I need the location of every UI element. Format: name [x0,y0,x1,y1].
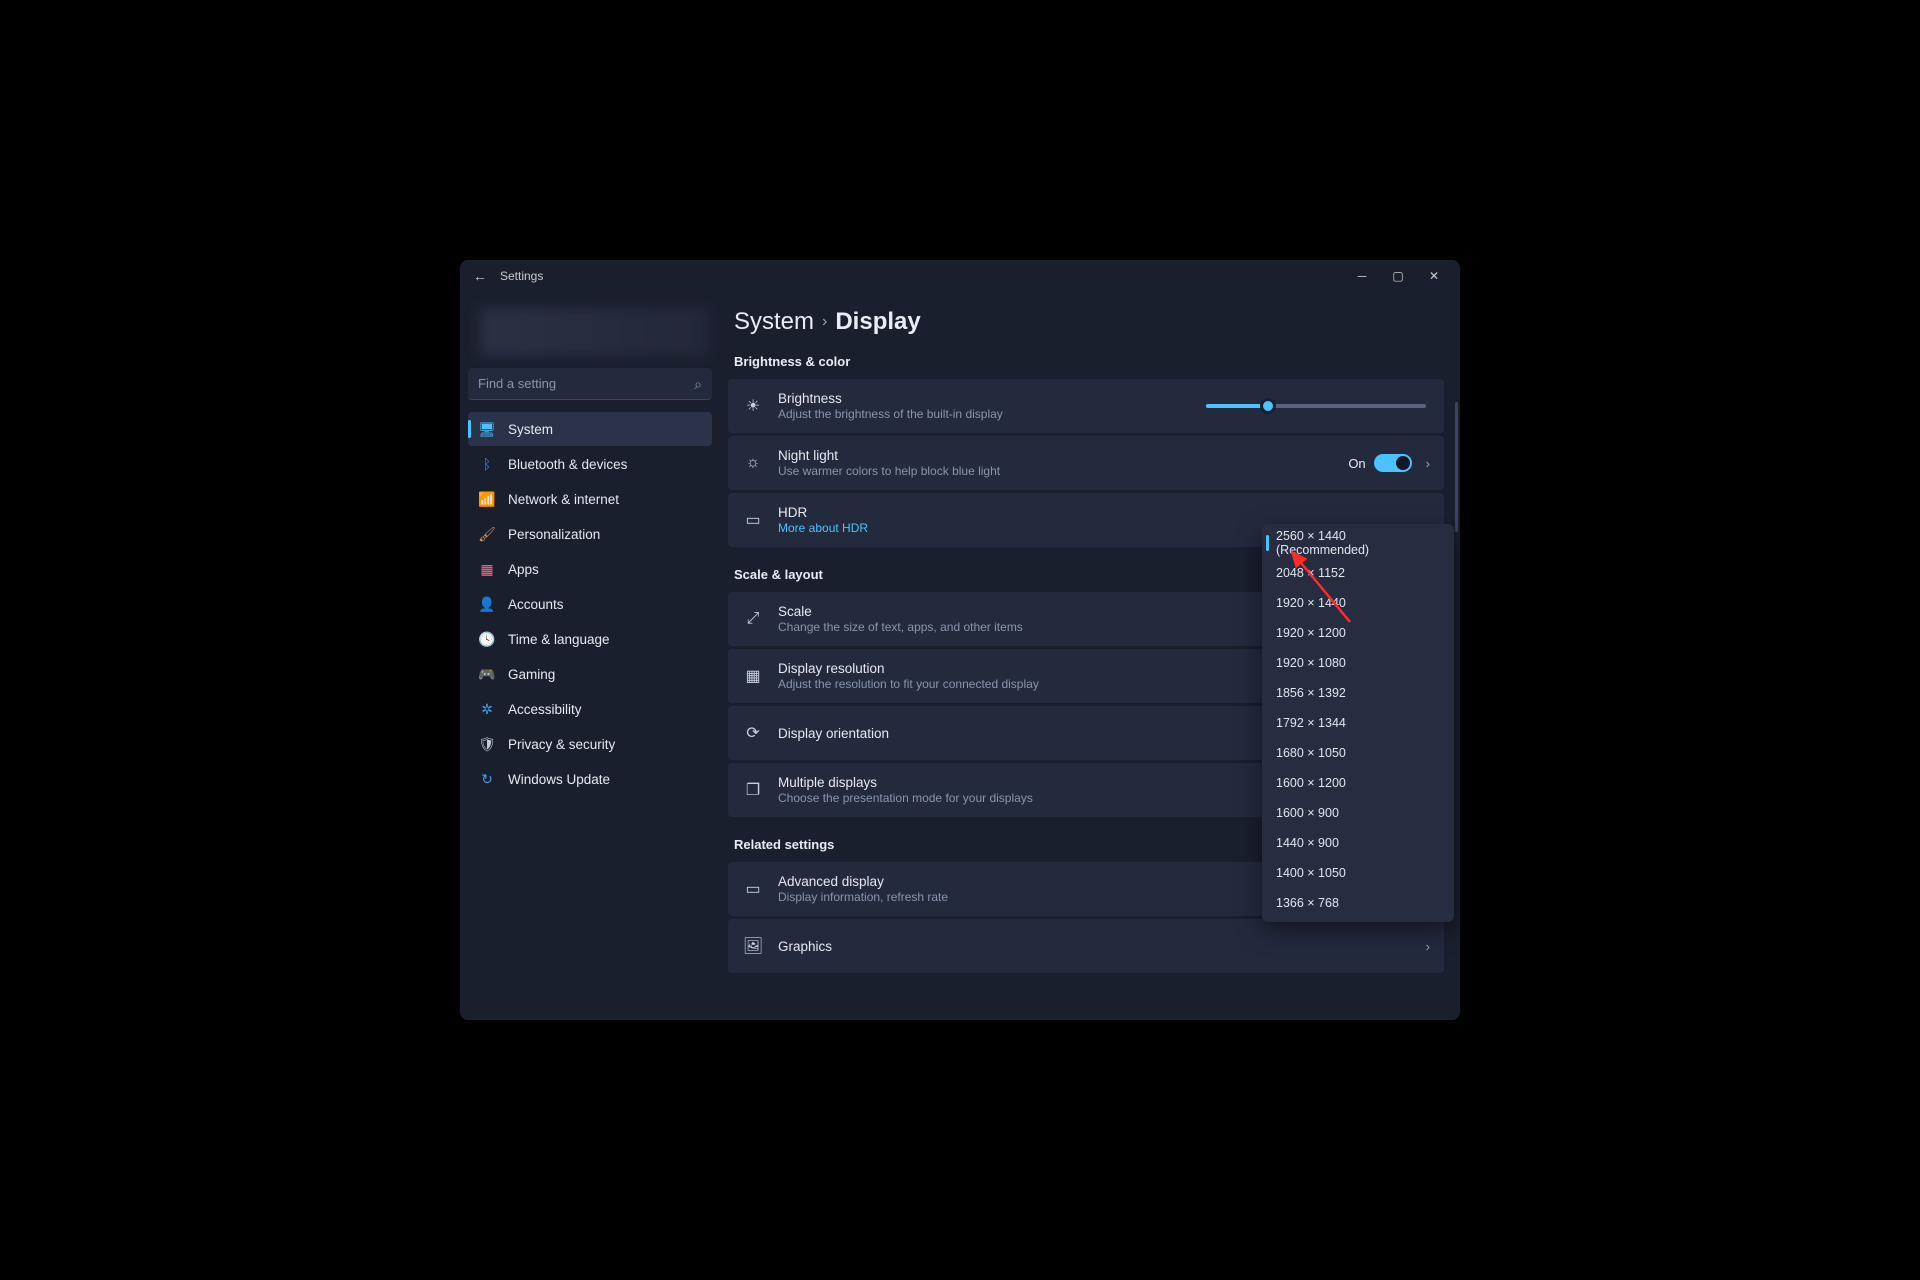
chevron-right-icon: › [822,313,827,331]
scrollbar[interactable] [1455,402,1458,532]
sidebar-label: Accounts [508,597,564,612]
sun-icon: ☀ [742,396,764,416]
resolution-dropdown[interactable]: 2560 × 1440 (Recommended) 2048 × 1152 19… [1262,524,1454,922]
maximize-button[interactable]: ▢ [1380,262,1416,290]
card-nightlight[interactable]: ☼ Night lightUse warmer colors to help b… [728,436,1444,490]
shield-icon: 🛡 [478,735,496,753]
scale-icon: ⤢ [742,610,764,628]
dropdown-option[interactable]: 1920 × 1440 [1264,588,1452,618]
sidebar-item-accessibility[interactable]: ✲ Accessibility [468,692,712,726]
breadcrumb-parent[interactable]: System [734,308,814,336]
person-icon: 👤 [478,595,496,613]
chevron-right-icon: › [1426,456,1430,471]
main-content: System › Display Brightness & color ☀ Br… [720,292,1460,1020]
sidebar-item-update[interactable]: ↻ Windows Update [468,762,712,796]
sidebar-label: Accessibility [508,702,582,717]
nightlight-toggle[interactable] [1374,454,1412,472]
sidebar-item-network[interactable]: 📶 Network & internet [468,482,712,516]
window-title: Settings [500,269,543,283]
sidebar-label: Privacy & security [508,737,615,752]
dropdown-option[interactable]: 1400 × 1050 [1264,858,1452,888]
orientation-icon: ⟳ [742,723,764,743]
sidebar-label: Personalization [508,527,600,542]
dropdown-option[interactable]: 1680 × 1050 [1264,738,1452,768]
graphics-icon: 🖼 [742,936,764,956]
card-graphics[interactable]: 🖼 Graphics › [728,919,1444,973]
card-title: Night light [778,448,1334,463]
sidebar-label: System [508,422,553,437]
dropdown-option[interactable]: 1920 × 1200 [1264,618,1452,648]
update-icon: ↻ [478,770,496,788]
titlebar: ← Settings ─ ▢ ✕ [460,260,1460,292]
sidebar: ⌕ 🖥 System ᛒ Bluetooth & devices 📶 Network … [460,292,720,1020]
accessibility-icon: ✲ [478,700,496,718]
dropdown-option[interactable]: 1920 × 1080 [1264,648,1452,678]
dropdown-option[interactable]: 2560 × 1440 (Recommended) [1264,528,1452,558]
sidebar-item-bluetooth[interactable]: ᛒ Bluetooth & devices [468,447,712,481]
monitor-icon: ▭ [742,879,764,899]
minimize-button[interactable]: ─ [1344,262,1380,290]
hdr-icon: ▭ [742,510,764,530]
sidebar-label: Bluetooth & devices [508,457,627,472]
dropdown-option[interactable]: 1440 × 900 [1264,828,1452,858]
sidebar-item-accounts[interactable]: 👤 Accounts [468,587,712,621]
sidebar-item-gaming[interactable]: 🎮 Gaming [468,657,712,691]
settings-window: ← Settings ─ ▢ ✕ ⌕ 🖥 System ᛒ Bluetooth & … [460,260,1460,1020]
card-sub: Adjust the brightness of the built-in di… [778,407,1192,421]
sidebar-label: Windows Update [508,772,610,787]
displays-icon: ❐ [742,780,764,800]
dropdown-option[interactable]: 2048 × 1152 [1264,558,1452,588]
bluetooth-icon: ᛒ [478,455,496,473]
dropdown-option[interactable]: 1600 × 900 [1264,798,1452,828]
sidebar-item-privacy[interactable]: 🛡 Privacy & security [468,727,712,761]
resolution-icon: ▦ [742,666,764,686]
apps-icon: ▦ [478,560,496,578]
system-icon: 🖥 [478,420,496,438]
card-title: HDR [778,505,1430,520]
card-sub: Use warmer colors to help block blue lig… [778,464,1334,478]
dropdown-option[interactable]: 1856 × 1392 [1264,678,1452,708]
card-title: Graphics [778,939,1412,954]
breadcrumb: System › Display [734,308,1444,336]
brush-icon: 🖌 [478,525,496,543]
sidebar-item-apps[interactable]: ▦ Apps [468,552,712,586]
sidebar-label: Network & internet [508,492,619,507]
dropdown-option[interactable]: 1366 × 768 [1264,888,1452,918]
back-button[interactable]: ← [468,268,492,284]
gamepad-icon: 🎮 [478,665,496,683]
sidebar-label: Time & language [508,632,610,647]
dropdown-option[interactable]: 1600 × 1200 [1264,768,1452,798]
card-title: Brightness [778,391,1192,406]
toggle-label: On [1348,456,1365,471]
close-button[interactable]: ✕ [1416,262,1452,290]
sidebar-label: Apps [508,562,539,577]
sidebar-item-time[interactable]: 🕓 Time & language [468,622,712,656]
section-brightness: Brightness & color [734,354,1444,369]
sidebar-item-system[interactable]: 🖥 System [468,412,712,446]
dropdown-option[interactable]: 1792 × 1344 [1264,708,1452,738]
wifi-icon: 📶 [478,490,496,508]
card-brightness[interactable]: ☀ BrightnessAdjust the brightness of the… [728,379,1444,433]
chevron-right-icon: › [1426,939,1430,954]
search-icon: ⌕ [694,376,702,393]
profile-blurred [480,308,708,356]
nightlight-icon: ☼ [742,454,764,472]
sidebar-item-personalization[interactable]: 🖌 Personalization [468,517,712,551]
brightness-slider[interactable] [1206,404,1426,408]
search-input[interactable] [468,368,712,400]
clock-icon: 🕓 [478,630,496,648]
page-title: Display [835,308,920,336]
sidebar-label: Gaming [508,667,555,682]
